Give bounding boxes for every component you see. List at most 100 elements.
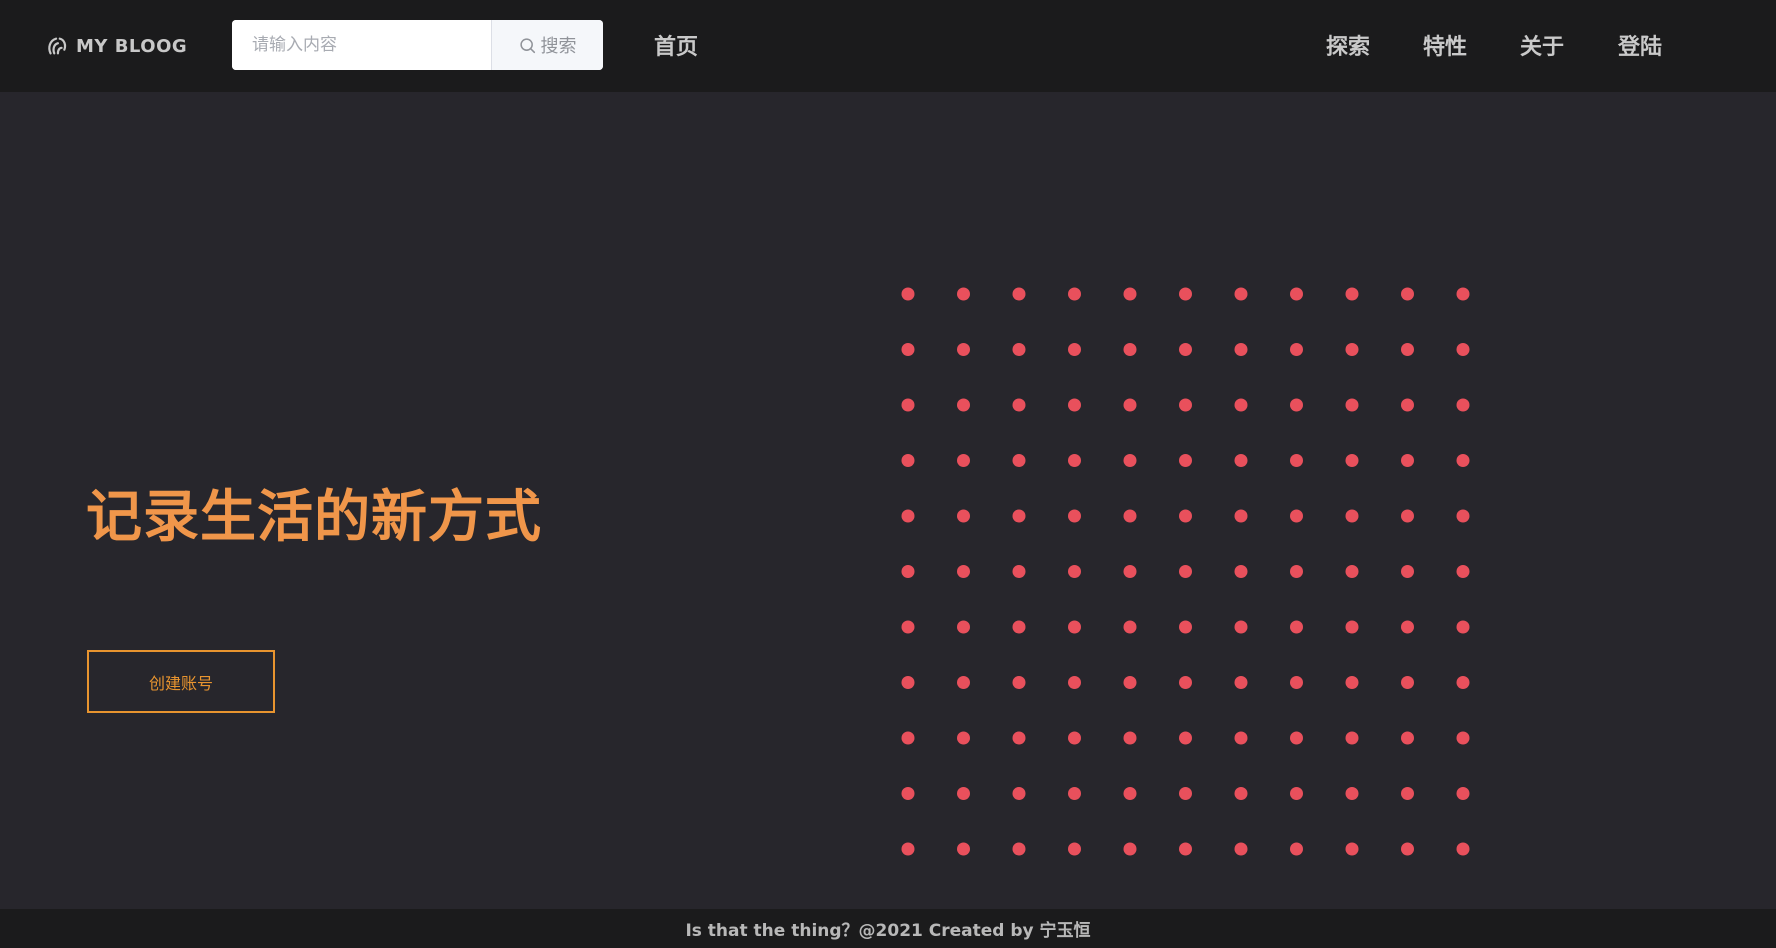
decorative-dot — [1179, 676, 1192, 689]
decorative-dot — [1345, 676, 1359, 689]
create-account-label: 创建账号 — [148, 673, 213, 693]
decorative-dot — [1456, 343, 1470, 356]
search-icon — [519, 37, 535, 53]
search-bar: 搜索 — [232, 20, 603, 70]
search-button[interactable]: 搜索 — [491, 20, 603, 70]
decorative-dot — [957, 787, 970, 800]
brand-logo[interactable]: MY BLOOG — [46, 33, 187, 59]
decorative-dot — [1401, 398, 1414, 412]
decorative-dot — [1456, 509, 1470, 523]
decorative-dot — [1068, 842, 1081, 856]
decorative-dot — [957, 343, 970, 356]
decorative-dot — [1179, 565, 1192, 578]
decorative-dot — [1012, 398, 1026, 412]
decorative-dot — [1012, 676, 1026, 689]
decorative-dot — [1179, 731, 1192, 745]
decorative-dot — [901, 454, 915, 467]
decorative-dot — [1123, 731, 1137, 745]
decorative-dot — [1123, 343, 1137, 356]
decorative-dot — [1234, 287, 1248, 301]
decorative-dot — [1401, 509, 1414, 523]
signal-swirl-icon — [48, 37, 67, 55]
decorative-dot — [1456, 842, 1470, 856]
decorative-dot — [1401, 620, 1414, 634]
decorative-dot — [1123, 676, 1137, 689]
decorative-dot — [1123, 287, 1137, 301]
decorative-dot — [1234, 620, 1248, 634]
decorative-dot — [901, 731, 915, 745]
decorative-dot — [1401, 731, 1414, 745]
decorative-dot — [1290, 676, 1303, 689]
decorative-dot — [1345, 620, 1359, 634]
decorative-dot — [1290, 287, 1303, 301]
decorative-dot — [1456, 565, 1470, 578]
decorative-dot — [1179, 842, 1192, 856]
decorative-dot — [901, 842, 915, 856]
decorative-dot — [1068, 343, 1081, 356]
decorative-dot — [1068, 731, 1081, 745]
decorative-dot — [1012, 731, 1026, 745]
decorative-dot — [1345, 398, 1359, 412]
decorative-dot — [1068, 787, 1081, 800]
decorative-dot — [901, 509, 915, 523]
decorative-dot — [957, 731, 970, 745]
decorative-dot — [1345, 731, 1359, 745]
decorative-dot — [1123, 620, 1137, 634]
decorative-dot — [1234, 676, 1248, 689]
decorative-dot — [1345, 343, 1359, 356]
decorative-dot — [1068, 509, 1081, 523]
decorative-dot — [901, 787, 915, 800]
decorative-dot — [1123, 842, 1137, 856]
footer: Is that the thing？@2021 Created by 宁玉恒 — [0, 909, 1776, 948]
nav-about[interactable]: 关于 — [1520, 29, 1564, 61]
decorative-dot — [1012, 565, 1026, 578]
decorative-dot — [957, 398, 970, 412]
decorative-dot — [957, 842, 970, 856]
decorative-dot — [1290, 842, 1303, 856]
brand-name: MY BLOOG — [76, 35, 188, 57]
decorative-dot — [1345, 509, 1359, 523]
create-account-button[interactable]: 创建账号 — [87, 650, 275, 713]
nav-login[interactable]: 登陆 — [1618, 29, 1662, 61]
decorative-dot — [1234, 398, 1248, 412]
decorative-dot — [1068, 676, 1081, 689]
decorative-dot — [1401, 842, 1414, 856]
decorative-dot — [1012, 454, 1026, 467]
search-input[interactable] — [232, 20, 491, 70]
decorative-dot — [957, 676, 970, 689]
decorative-dot — [1456, 676, 1470, 689]
decorative-dot — [957, 565, 970, 578]
hero-title: 记录生活的新方式 — [86, 485, 542, 550]
decorative-dot — [1290, 565, 1303, 578]
decorative-dot — [1234, 731, 1248, 745]
decorative-dot — [957, 287, 970, 301]
decorative-dot — [1123, 787, 1137, 800]
decorative-dot — [1179, 620, 1192, 634]
decorative-dot — [1290, 343, 1303, 356]
nav-home[interactable]: 首页 — [654, 29, 698, 61]
decorative-dot — [1345, 454, 1359, 467]
decorative-dot — [1456, 787, 1470, 800]
decorative-dot — [1179, 509, 1192, 523]
decorative-dot — [1012, 287, 1026, 301]
nav-explore[interactable]: 探索 — [1326, 29, 1370, 61]
decorative-dot — [1234, 509, 1248, 523]
decorative-dot — [1401, 676, 1414, 689]
decorative-dot — [1345, 287, 1359, 301]
decorative-dot — [1401, 565, 1414, 578]
decorative-dot — [1456, 398, 1470, 412]
decorative-dot — [1290, 398, 1303, 412]
decorative-dot — [1012, 343, 1026, 356]
decorative-dot — [1012, 842, 1026, 856]
decorative-dot — [1456, 731, 1470, 745]
decorative-dot — [901, 343, 915, 356]
top-navbar: MY BLOOG 搜索 首页 探索 特性 关于 登陆 — [0, 0, 1776, 92]
nav-features[interactable]: 特性 — [1423, 29, 1467, 61]
decorative-dot — [1012, 787, 1026, 800]
decorative-dot — [1012, 620, 1026, 634]
decorative-dot — [1456, 620, 1470, 634]
decorative-dot — [1179, 343, 1192, 356]
decorative-dot — [1123, 565, 1137, 578]
decorative-dot — [957, 454, 970, 467]
decorative-dot — [1234, 787, 1248, 800]
